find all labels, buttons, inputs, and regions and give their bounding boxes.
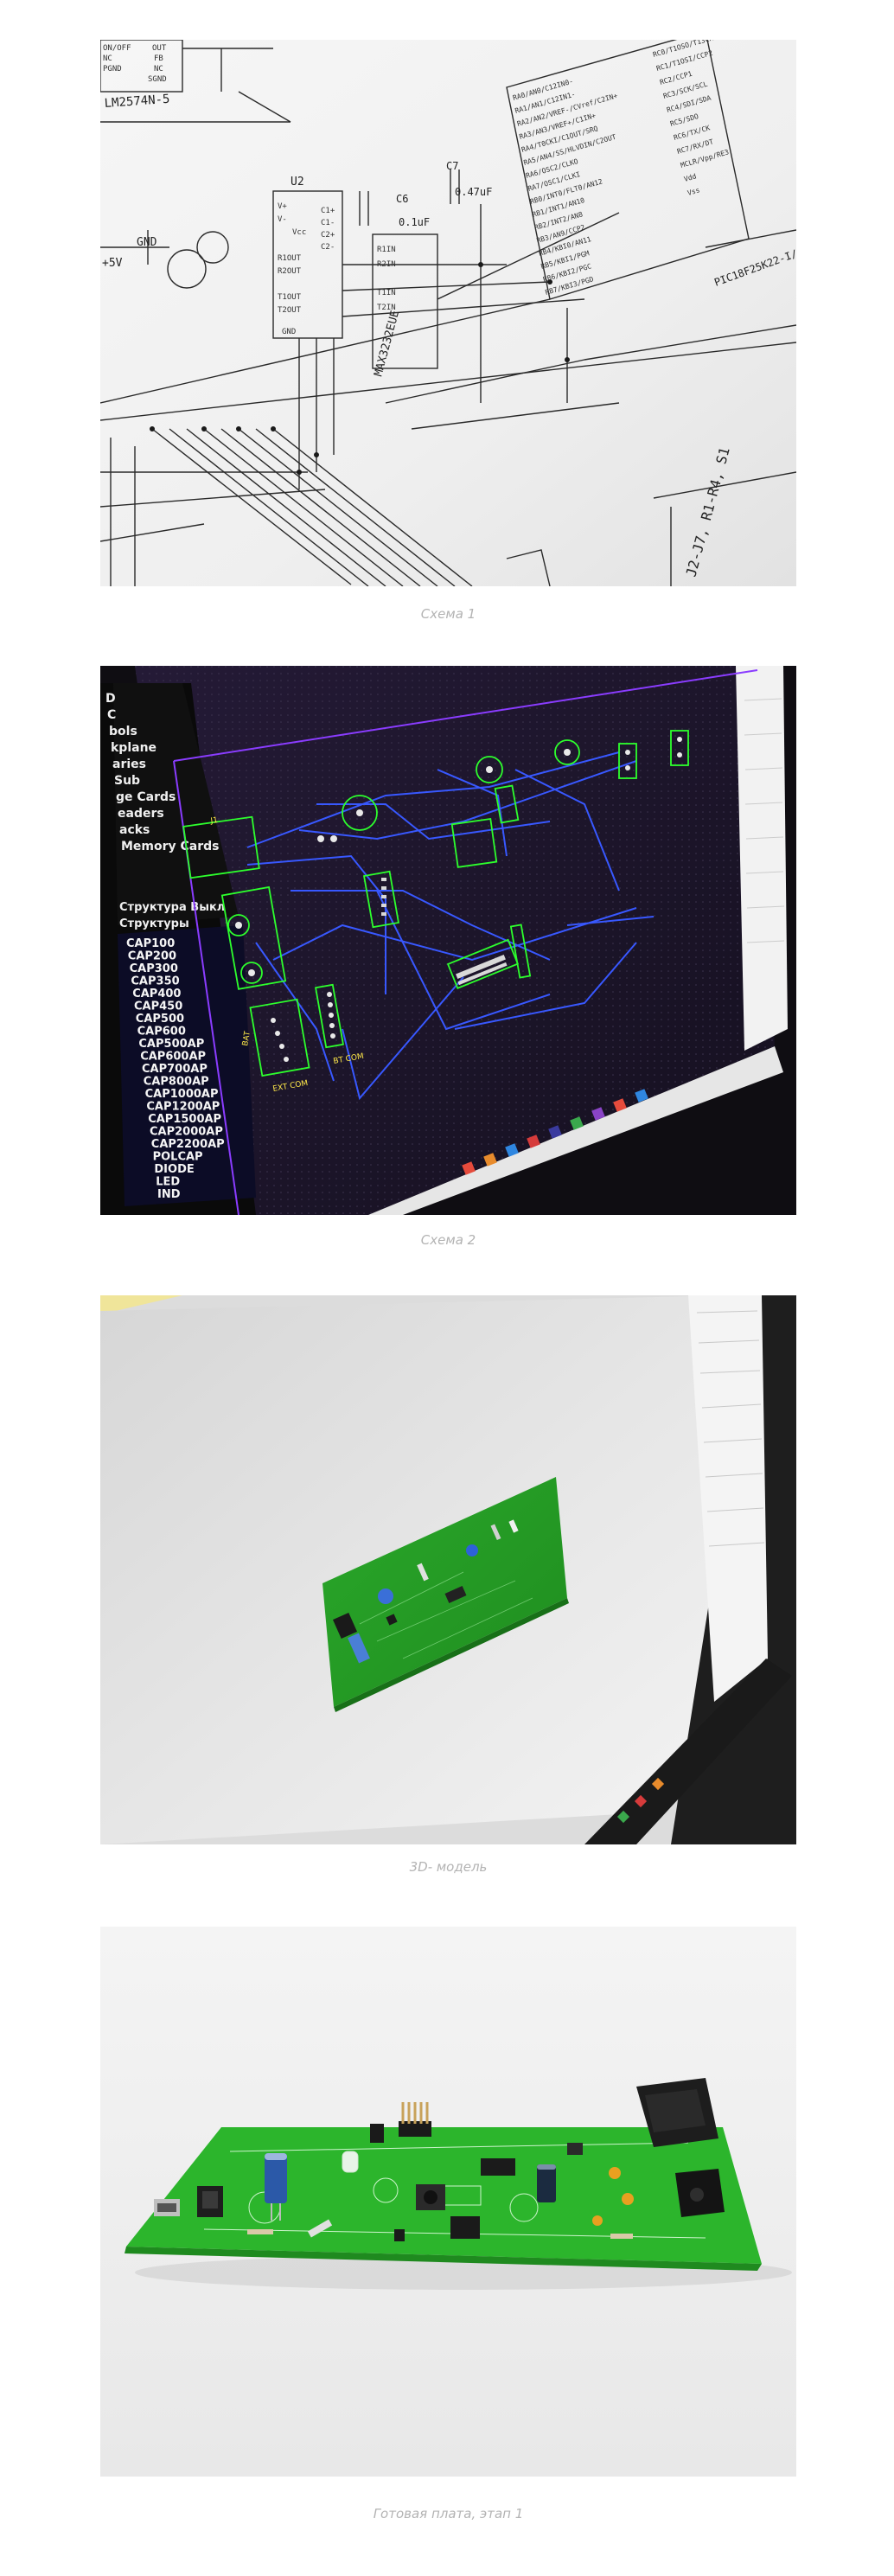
menu-header-structures: Структуры <box>119 917 189 930</box>
c7-value-label: 0.47uF <box>455 186 492 198</box>
u2-pin-label: T2OUT <box>278 306 302 315</box>
u2-pin-label: GND <box>282 328 296 336</box>
u1-pin-label: SGND <box>148 75 167 84</box>
part-list-item: CAP2200AP <box>151 1138 225 1151</box>
part-list-item: CAP500AP <box>138 1038 204 1051</box>
part-list-item: POLCAP <box>153 1151 203 1164</box>
u2-pin-label: C2+ <box>321 231 335 240</box>
u1-pin-label: ON/OFF <box>103 44 131 53</box>
part-list-item: CAP350 <box>131 975 179 988</box>
u2-pin-label: T1IN <box>377 289 396 297</box>
library-menu-item: aries <box>112 757 146 771</box>
library-menu-item: Sub <box>114 774 140 788</box>
library-menu-item: kplane <box>111 741 156 755</box>
u2-pin-label: T1OUT <box>278 293 302 302</box>
c7-label: C7 <box>446 160 458 172</box>
figure-caption: Схема 1 <box>420 606 476 622</box>
part-list-item: LED <box>156 1176 180 1189</box>
u2-pin-label: C1- <box>321 219 335 227</box>
pcb-label: J1 <box>209 816 219 826</box>
part-list-item: CAP450 <box>134 1000 182 1013</box>
figure-caption: 3D- модель <box>409 1859 488 1875</box>
3d-model-photo <box>100 1295 796 1844</box>
figure-caption: Схема 2 <box>420 1232 476 1248</box>
pcb-layout-photo: D Cbols kplane aries Sub ge Cards eaders acks Me… <box>100 666 796 1215</box>
u2-pin-label: C1+ <box>321 207 335 215</box>
library-menu-item: D <box>105 692 116 706</box>
part-list-item: CAP2000AP <box>150 1126 223 1139</box>
u1-pin-label: PGND <box>103 65 122 74</box>
part-list-item: CAP700AP <box>142 1063 208 1076</box>
part-list-item: CAP400 <box>132 988 181 1000</box>
part-list-item: CAP600 <box>137 1026 186 1039</box>
u2-pin-label: R1OUT <box>278 254 302 263</box>
plus5v-label: +5V <box>102 257 123 270</box>
library-menu-item: acks <box>119 823 150 837</box>
c6-value-label: 0.1uF <box>399 216 430 228</box>
library-menu-item: bols <box>109 725 137 738</box>
u2-pin-label: C2- <box>321 243 335 252</box>
part-list-item: CAP800AP <box>144 1076 209 1089</box>
u1-pin-label: NC <box>103 54 112 63</box>
gnd-label: GND <box>137 236 157 249</box>
u2-pin-label: Vcc <box>292 228 306 237</box>
part-list-item: CAP300 <box>130 962 178 975</box>
c6-label: C6 <box>396 193 408 205</box>
figure-caption: Готовая плата, этап 1 <box>373 2506 524 2522</box>
part-list-item: IND <box>157 1188 181 1201</box>
u1-pin-label: NC <box>154 65 163 74</box>
u2-pin-label: R1IN <box>377 246 396 254</box>
part-list-item: CAP1500AP <box>148 1113 221 1126</box>
part-list-item: CAP100 <box>126 937 175 950</box>
part-list-item: CAP500 <box>136 1013 184 1026</box>
u2-pin-label: V- <box>278 215 287 224</box>
u2-pin-label: R2OUT <box>278 267 302 276</box>
library-menu-item: ge Cards <box>116 790 176 804</box>
u2-pin-label: V+ <box>278 202 287 211</box>
u1-pin-label: OUT <box>152 44 167 53</box>
schematic-photo: LM2574N-5 U2 MAX3232EUE C6 0.1uF C7 0.47… <box>100 40 796 586</box>
u2-pin-label: T2IN <box>377 304 396 312</box>
u2-label: U2 <box>291 176 304 189</box>
menu-header-structure: Структура Выкл <box>119 901 225 914</box>
part-list-item: CAP1200AP <box>146 1101 220 1114</box>
part-list-item: CAP600AP <box>140 1051 206 1064</box>
library-menu-item: Memory Cards <box>121 840 220 853</box>
part-list-item: CAP200 <box>128 950 176 963</box>
u1-pin-label: FB <box>154 54 163 63</box>
u2-pin-label: R2IN <box>377 260 396 269</box>
part-list-item: CAP1000AP <box>145 1088 219 1101</box>
library-menu-item: C <box>107 708 116 722</box>
finished-board-photo <box>100 1927 796 2477</box>
library-menu-item: eaders <box>118 807 164 821</box>
part-list-item: DIODE <box>154 1163 194 1176</box>
